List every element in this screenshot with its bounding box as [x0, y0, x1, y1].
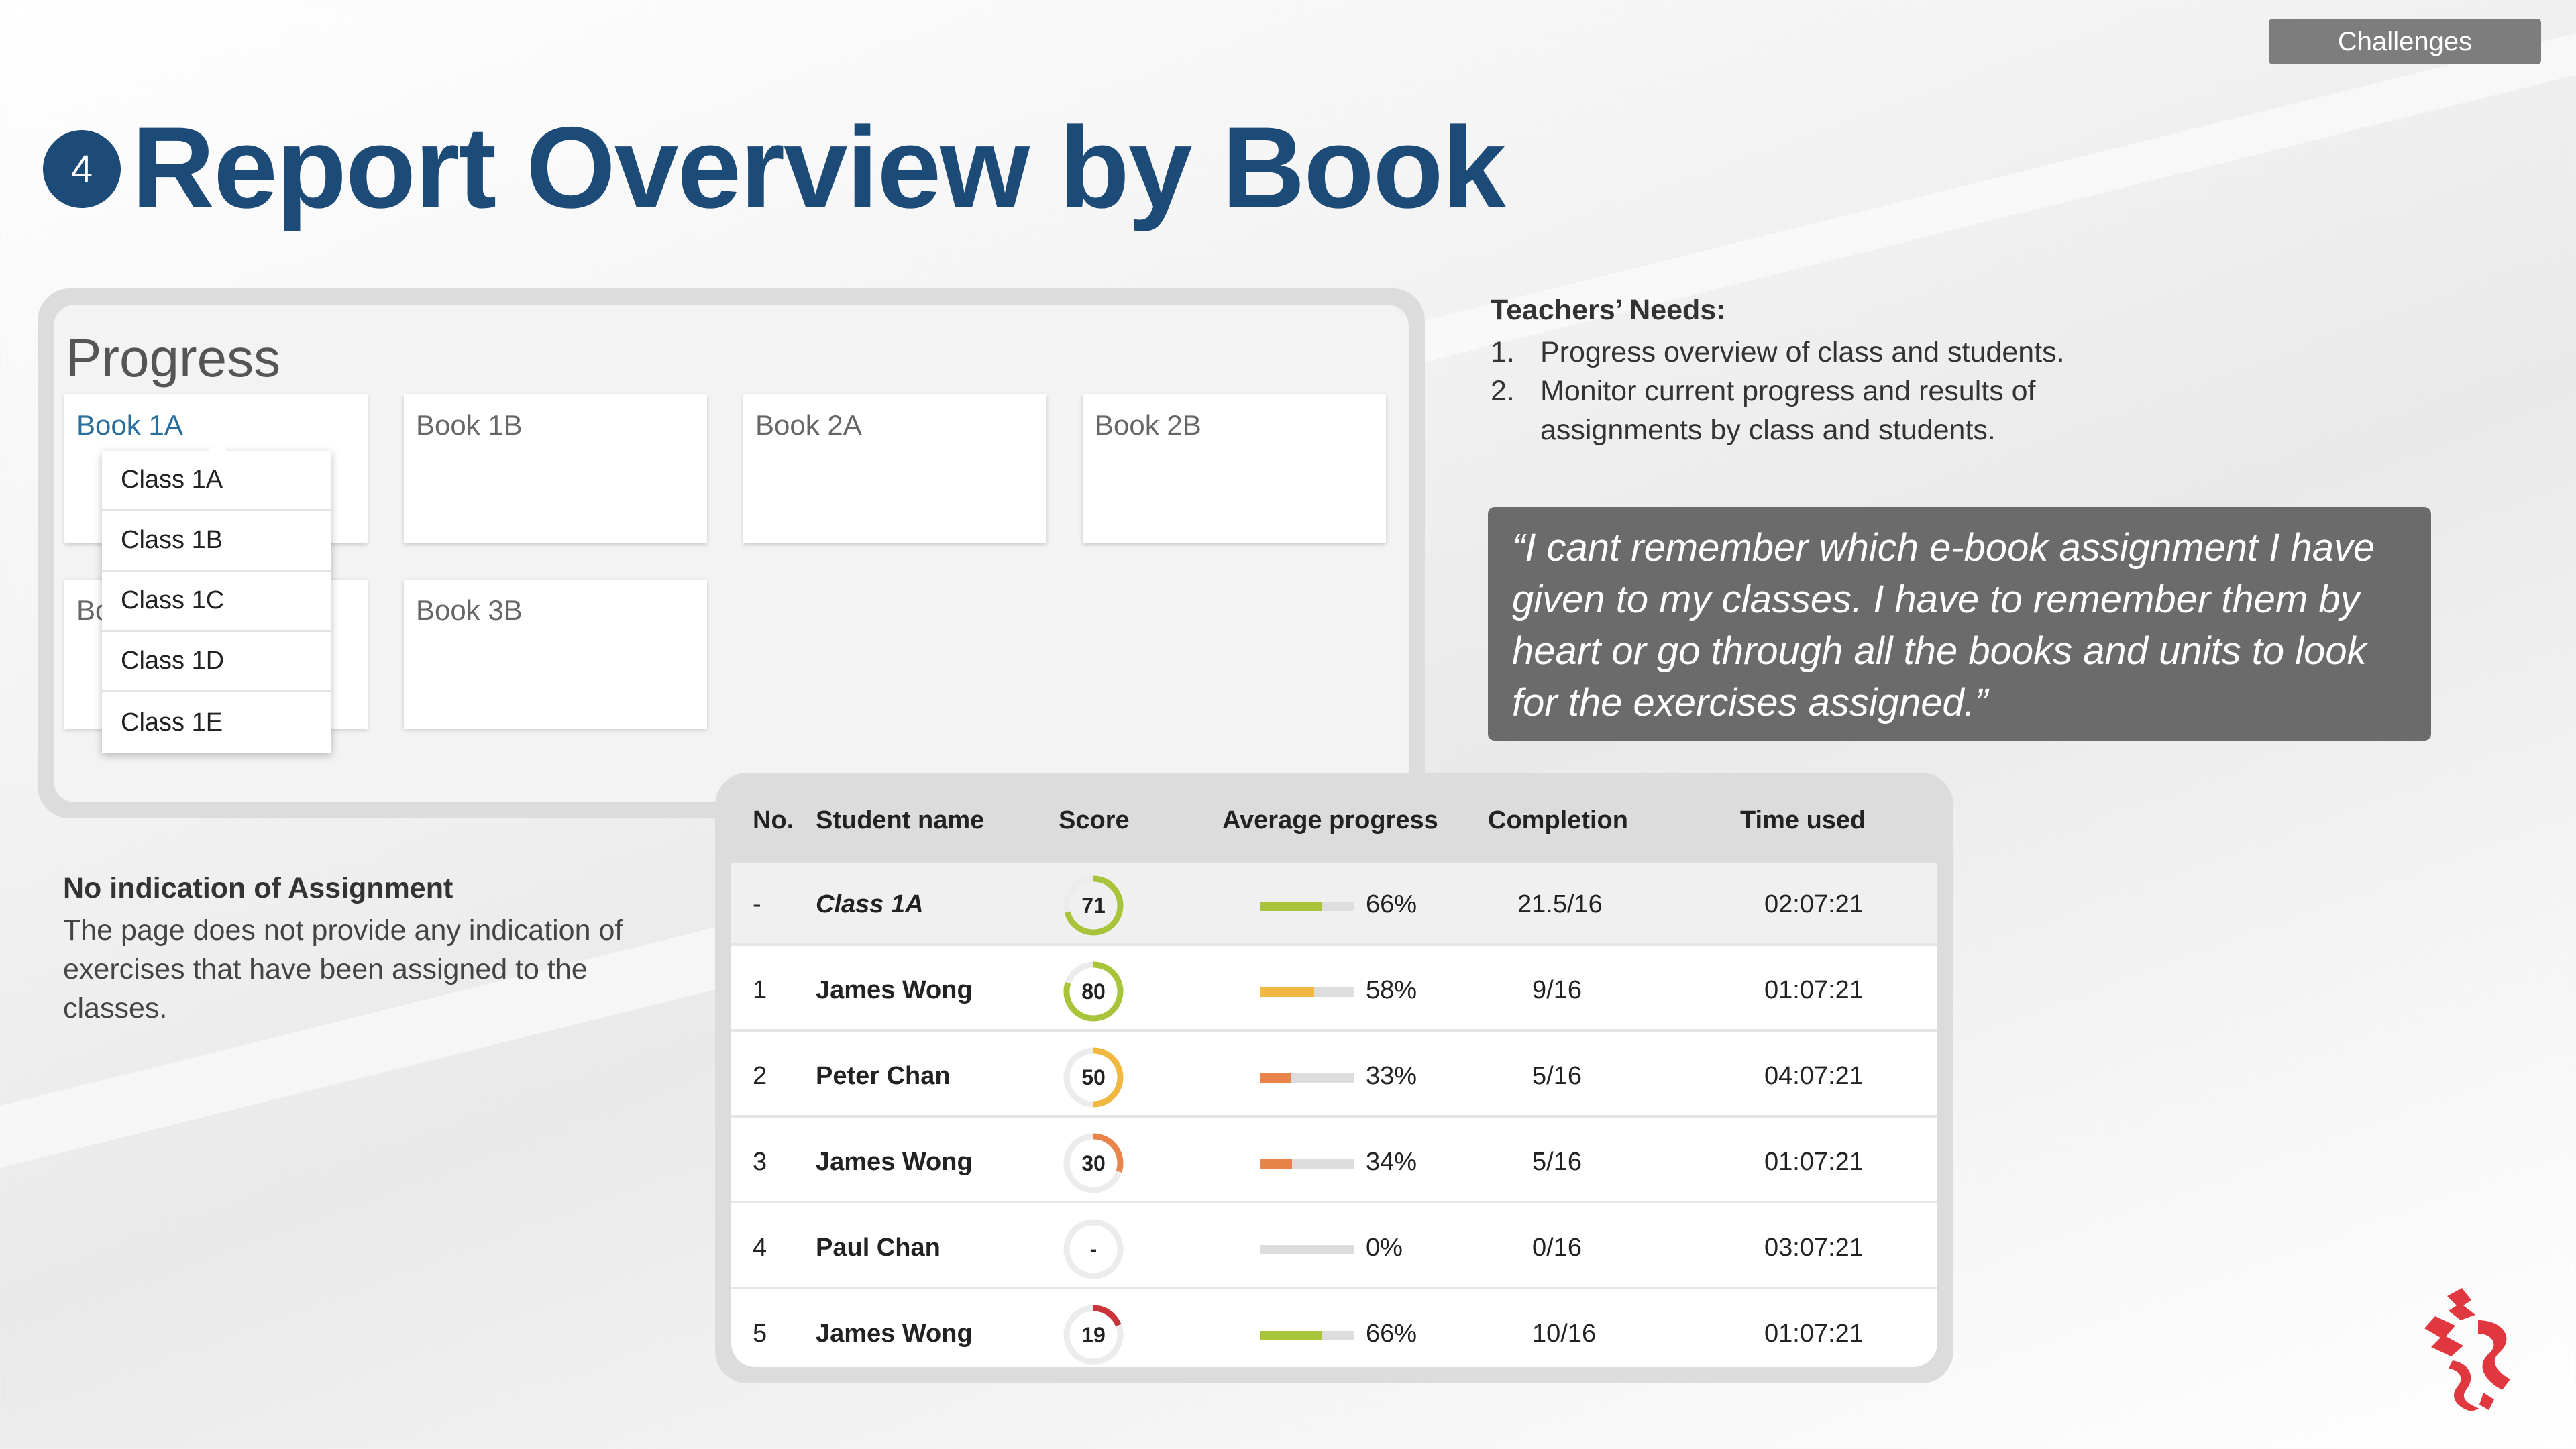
needs-item-number: 2.: [1491, 375, 1515, 407]
book-card-3b[interactable]: Book 3B: [404, 580, 707, 729]
book-card-label: Book 1B: [416, 409, 523, 441]
results-table: - Class 1A 71 66% 21.5/16 02:07:21 1 James Wong…: [731, 863, 1937, 1367]
score-ring: 80: [1061, 959, 1126, 1024]
table-row-class-summary[interactable]: - Class 1A 71 66% 21.5/16 02:07:21: [731, 863, 1937, 946]
score-ring: 71: [1061, 873, 1126, 938]
progress-bar-fill: [1260, 987, 1315, 997]
score-ring: 50: [1061, 1045, 1126, 1110]
page-title: Report Overview by Book: [131, 103, 1506, 232]
cell-progress-percent: 58%: [1366, 975, 1417, 1004]
book-card-2a[interactable]: Book 2A: [743, 394, 1046, 543]
cell-student-name: Peter Chan: [816, 1061, 951, 1090]
cell-progress-percent: 0%: [1366, 1233, 1403, 1262]
cell-time-used: 02:07:21: [1764, 890, 1864, 918]
progress-bar: [1260, 987, 1354, 997]
challenges-tag: Challenges: [2269, 19, 2541, 64]
score-ring: -: [1061, 1217, 1126, 1281]
cell-no: 1: [753, 975, 767, 1004]
cell-completion: 0/16: [1532, 1233, 1582, 1262]
header-average-progress: Average progress: [1222, 806, 1438, 835]
score-ring: 30: [1061, 1131, 1126, 1195]
book-card-label: Book 3B: [416, 594, 523, 626]
table-row[interactable]: 2 Peter Chan 50 33% 5/16 04:07:21: [731, 1034, 1937, 1118]
cell-student-name: James Wong: [816, 975, 973, 1004]
step-number-badge: 4: [43, 130, 121, 208]
progress-bar: [1260, 1073, 1354, 1083]
cell-no: 3: [753, 1147, 767, 1176]
header-time-used: Time used: [1740, 806, 1866, 835]
score-value: 30: [1081, 1150, 1106, 1175]
progress-bar-fill: [1260, 1073, 1291, 1083]
table-row[interactable]: 4 Paul Chan - 0% 0/16 03:07:21: [731, 1206, 1937, 1289]
brand-logo: [2424, 1288, 2510, 1411]
book-card-label: Book 2B: [1095, 409, 1201, 441]
cell-progress-percent: 33%: [1366, 1061, 1417, 1090]
book-card-label: Book 2A: [755, 409, 862, 441]
progress-bar: [1260, 1245, 1354, 1254]
cell-no: 4: [753, 1233, 767, 1262]
note-body: The page does not provide any indication…: [63, 914, 623, 1024]
cell-no: 2: [753, 1061, 767, 1090]
cell-no: -: [753, 890, 761, 918]
header-completion: Completion: [1488, 806, 1628, 835]
progress-bar: [1260, 902, 1354, 911]
score-ring: 19: [1061, 1303, 1126, 1367]
results-table-panel: No. Student name Score Average progress …: [715, 773, 1953, 1383]
progress-bar-fill: [1260, 902, 1322, 911]
header-student-name: Student name: [816, 806, 985, 835]
needs-item: 1. Progress overview of class and studen…: [1491, 333, 2161, 372]
needs-item-number: 1.: [1491, 336, 1515, 368]
cell-time-used: 01:07:21: [1764, 1147, 1864, 1176]
cell-time-used: 01:07:21: [1764, 975, 1864, 1004]
score-value: -: [1089, 1236, 1097, 1261]
score-value: 50: [1081, 1065, 1106, 1089]
dropdown-item-class-1c[interactable]: Class 1C: [102, 572, 331, 632]
dropdown-item-class-1d[interactable]: Class 1D: [102, 632, 331, 692]
header-no: No.: [753, 806, 794, 835]
cell-progress-percent: 66%: [1366, 890, 1417, 918]
cell-no: 5: [753, 1319, 767, 1348]
book-card-label: Book 1A: [76, 409, 183, 441]
table-row[interactable]: 5 James Wong 19 66% 10/16 01:07:21: [731, 1292, 1937, 1367]
cell-completion: 9/16: [1532, 975, 1582, 1004]
book-card-1b[interactable]: Book 1B: [404, 394, 707, 543]
needs-heading: Teachers’ Needs:: [1491, 294, 1726, 326]
table-row[interactable]: 3 James Wong 30 34% 5/16 01:07:21: [731, 1120, 1937, 1203]
cell-student-name: Class 1A: [816, 890, 924, 918]
cell-time-used: 03:07:21: [1764, 1233, 1864, 1262]
table-row[interactable]: 1 James Wong 80 58% 9/16 01:07:21: [731, 949, 1937, 1032]
progress-bar-fill: [1260, 1159, 1292, 1169]
progress-bar: [1260, 1331, 1354, 1340]
progress-title: Progress: [66, 328, 281, 388]
score-value: 80: [1081, 979, 1106, 1004]
cell-progress-percent: 34%: [1366, 1147, 1417, 1176]
needs-item: 2. Monitor current progress and results …: [1491, 372, 2161, 449]
progress-bar-fill: [1260, 1331, 1322, 1340]
cell-completion: 5/16: [1532, 1147, 1582, 1176]
cell-completion: 21.5/16: [1517, 890, 1603, 918]
cell-time-used: 04:07:21: [1764, 1061, 1864, 1090]
cell-student-name: Paul Chan: [816, 1233, 941, 1262]
score-value: 71: [1081, 893, 1106, 918]
cell-completion: 5/16: [1532, 1061, 1582, 1090]
dropdown-item-class-1a[interactable]: Class 1A: [102, 451, 331, 511]
cell-student-name: James Wong: [816, 1319, 973, 1348]
cell-time-used: 01:07:21: [1764, 1319, 1864, 1348]
needs-item-text: Progress overview of class and students.: [1540, 336, 2065, 368]
note-heading: No indication of Assignment: [63, 872, 453, 904]
needs-list: 1. Progress overview of class and studen…: [1491, 333, 2161, 449]
cell-progress-percent: 66%: [1366, 1319, 1417, 1348]
needs-item-text: Monitor current progress and results of …: [1540, 375, 2036, 446]
teacher-quote: “I cant remember which e-book assignment…: [1488, 507, 2431, 741]
book-card-2b[interactable]: Book 2B: [1083, 394, 1386, 543]
dropdown-item-class-1e[interactable]: Class 1E: [102, 692, 331, 753]
progress-bar: [1260, 1159, 1354, 1169]
dropdown-item-class-1b[interactable]: Class 1B: [102, 511, 331, 572]
cell-completion: 10/16: [1532, 1319, 1597, 1348]
class-dropdown: Class 1A Class 1B Class 1C Class 1D Clas…: [102, 441, 331, 753]
cell-student-name: James Wong: [816, 1147, 973, 1176]
header-score: Score: [1059, 806, 1130, 835]
score-value: 19: [1081, 1322, 1106, 1347]
